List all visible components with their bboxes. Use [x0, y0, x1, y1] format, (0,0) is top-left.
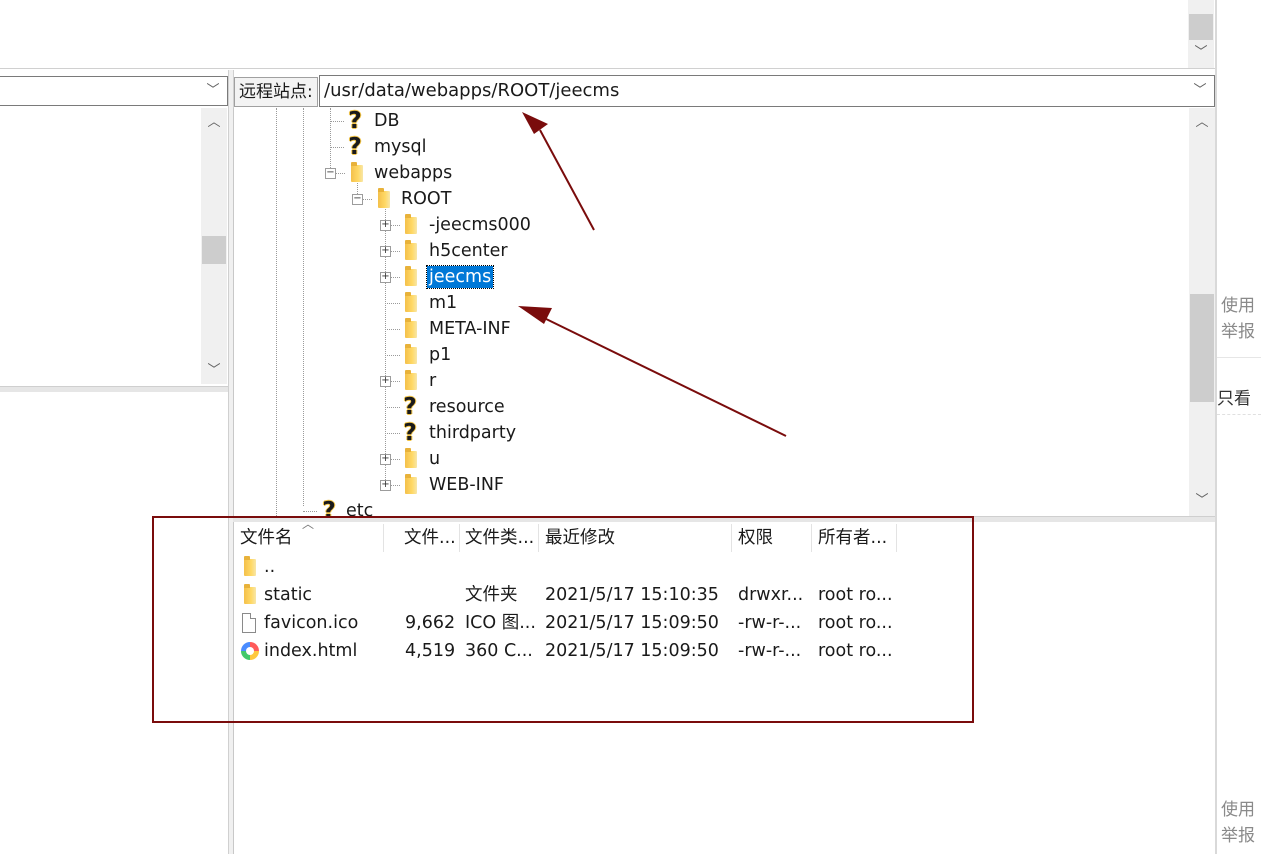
local-tree-scrollbar[interactable]: ︿ ﹀ — [201, 108, 227, 384]
scroll-down-icon[interactable]: ﹀ — [1188, 44, 1214, 62]
collapse-icon[interactable]: − — [325, 168, 336, 179]
tree-guide-line — [390, 381, 400, 382]
top-panel — [0, 0, 1215, 70]
remote-tree-scrollbar-thumb[interactable] — [1190, 294, 1214, 402]
tree-guide-line — [303, 511, 317, 512]
tree-item-label: META-INF — [429, 319, 511, 339]
tree-item-label: r — [429, 371, 437, 391]
side-only-look[interactable]: 只看 — [1217, 384, 1251, 409]
top-scrollbar-thumb[interactable] — [1189, 14, 1213, 40]
tree-guide-line — [390, 251, 400, 252]
tree-guide-line — [385, 355, 400, 356]
folder-icon — [405, 240, 417, 260]
side-use-link[interactable]: 使用 — [1221, 795, 1255, 820]
tree-item-label-selected: jeecms — [425, 265, 495, 289]
remote-site-label: 远程站点: — [234, 77, 318, 107]
local-tree-scrollbar-thumb[interactable] — [202, 236, 226, 264]
tree-guide-line — [276, 108, 277, 516]
tree-guide-line — [330, 147, 344, 148]
folder-icon — [405, 292, 417, 312]
side-divider — [1217, 414, 1261, 415]
chevron-down-icon[interactable]: ﹀ — [1190, 82, 1210, 100]
tree-item-label: WEB-INF — [429, 475, 504, 495]
tree-guide-line — [385, 407, 400, 408]
tree-item-label: p1 — [429, 345, 452, 365]
folder-icon — [405, 318, 417, 338]
remote-tree-scrollbar[interactable]: ︿ ﹀ — [1189, 108, 1215, 516]
tree-item-label: ROOT — [401, 189, 452, 209]
tree-guide-line — [330, 121, 344, 122]
folder-icon — [405, 448, 417, 468]
tree-guide-line — [390, 459, 400, 460]
side-report-link[interactable]: 举报 — [1221, 317, 1255, 342]
tree-item-label: resource — [429, 397, 505, 417]
folder-icon — [405, 214, 417, 234]
expand-icon[interactable]: + — [380, 454, 391, 465]
question-icon: ? — [348, 134, 362, 160]
expand-icon[interactable]: + — [380, 272, 391, 283]
folder-icon — [405, 474, 417, 494]
scroll-up-icon[interactable]: ︿ — [201, 114, 227, 132]
tree-guide-line — [390, 225, 400, 226]
expand-icon[interactable]: + — [380, 246, 391, 257]
folder-icon — [351, 162, 363, 182]
folder-icon — [405, 266, 417, 286]
top-scrollbar[interactable]: ﹀ — [1188, 0, 1214, 68]
folder-icon — [405, 344, 417, 364]
question-icon: ? — [403, 394, 417, 420]
tree-guide-line — [385, 303, 400, 304]
tree-item-label: m1 — [429, 293, 458, 313]
tree-guide-line — [390, 277, 400, 278]
side-panel — [1217, 0, 1261, 854]
side-report-link[interactable]: 举报 — [1221, 821, 1255, 846]
tree-guide-line — [385, 329, 400, 330]
tree-item-label: webapps — [374, 163, 453, 183]
tree-item-label: h5center — [429, 241, 508, 261]
folder-icon — [378, 188, 390, 208]
expand-icon[interactable]: + — [380, 376, 391, 387]
tree-item-label: mysql — [374, 137, 427, 157]
question-icon: ? — [403, 420, 417, 446]
expand-icon[interactable]: + — [380, 480, 391, 491]
collapse-icon[interactable]: − — [352, 194, 363, 205]
side-divider — [1217, 357, 1261, 358]
remote-site-path[interactable]: /usr/data/webapps/ROOT/jeecms — [324, 76, 619, 106]
tree-item-label: thirdparty — [429, 423, 517, 443]
scroll-up-icon[interactable]: ︿ — [1189, 114, 1215, 132]
scroll-down-icon[interactable]: ﹀ — [201, 362, 227, 380]
local-tree-view[interactable] — [0, 108, 228, 384]
tree-item-label: -jeecms000 — [429, 215, 531, 235]
tree-guide-line — [330, 108, 331, 174]
annotation-highlight-box — [152, 516, 974, 723]
folder-icon — [405, 370, 417, 390]
scroll-down-icon[interactable]: ﹀ — [1189, 492, 1215, 510]
top-panel-divider — [0, 68, 1215, 69]
tree-item-label: DB — [374, 111, 400, 131]
local-site-combobox[interactable]: ﹀ — [0, 76, 228, 106]
tree-guide-line — [303, 108, 304, 506]
remote-tree-view[interactable]: ? DB ? mysql − webapps − ROOT + -jeecms0… — [233, 108, 1216, 516]
question-icon: ? — [322, 498, 336, 516]
tree-guide-line — [335, 173, 345, 174]
expand-icon[interactable]: + — [380, 220, 391, 231]
side-use-link[interactable]: 使用 — [1221, 291, 1255, 316]
tree-item-label: etc — [346, 501, 374, 516]
remote-site-path-field[interactable]: /usr/data/webapps/ROOT/jeecms ﹀ — [319, 75, 1215, 107]
question-icon: ? — [348, 108, 362, 134]
tree-guide-line — [390, 485, 400, 486]
tree-guide-line — [385, 433, 400, 434]
tree-item-label: u — [429, 449, 441, 469]
remote-site-bar: 远程站点: /usr/data/webapps/ROOT/jeecms ﹀ — [233, 74, 1215, 108]
tree-guide-line — [362, 199, 372, 200]
chevron-down-icon[interactable]: ﹀ — [203, 82, 223, 100]
